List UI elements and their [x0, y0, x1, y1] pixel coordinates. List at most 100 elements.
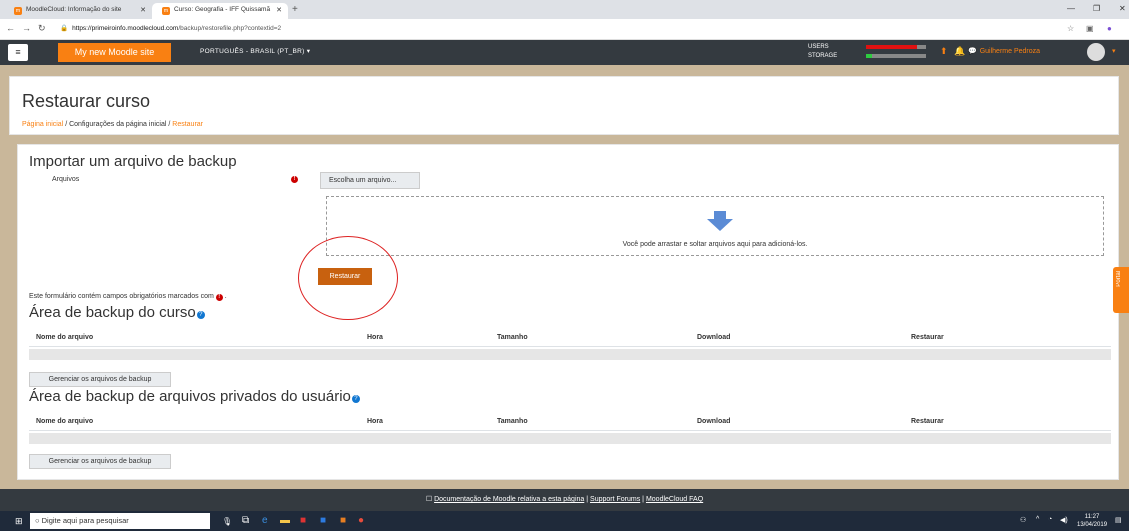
browser-tab-site-info[interactable]: m MoodleCloud: Informação do site ✕ — [4, 3, 152, 19]
files-label: Arquivos — [52, 176, 80, 183]
windows-start-icon[interactable]: ⊞ — [15, 516, 23, 527]
breadcrumb-home[interactable]: Página inicial — [22, 121, 63, 128]
url-field[interactable]: 🔒 https://primeiroinfo.moodlecloud.com/ba… — [60, 23, 281, 35]
page-title: Restaurar curso — [22, 91, 151, 111]
help-icon[interactable]: ? — [351, 395, 360, 403]
username-text: Guilherme Pedroza — [979, 48, 1041, 55]
url-host: https://primeiroinfo.moodlecloud.com — [72, 25, 179, 32]
app-icon[interactable]: ■ — [300, 515, 306, 526]
taskbar-search[interactable]: ○ Digite aqui para pesquisar — [30, 513, 210, 529]
forward-icon[interactable]: → — [22, 23, 31, 33]
moodle-navbar: ≡ My new Moodle site PORTUGUÊS - BRASIL … — [0, 40, 1129, 65]
docs-link[interactable]: Documentação de Moodle relativa a esta p… — [434, 496, 584, 503]
microphone-icon[interactable]: 🎙 — [222, 517, 232, 526]
clock-date: 13/04/2019 — [1077, 522, 1108, 528]
taskbar-search-text: Digite aqui para pesquisar — [41, 516, 129, 525]
avatar[interactable] — [1087, 43, 1105, 61]
private-backup-title-text: Área de backup de arquivos privados do u… — [29, 388, 351, 405]
col-restore: Restaurar — [911, 418, 944, 425]
network-icon[interactable]: ◔ — [1048, 516, 1052, 523]
chevron-down-icon[interactable]: ▾ — [1112, 47, 1116, 55]
choose-file-button[interactable]: Escolha um arquivo... — [320, 172, 420, 189]
language-menu[interactable]: PORTUGUÊS - BRASIL (PT_BR) ▾ — [200, 47, 310, 55]
breadcrumb-config[interactable]: Configurações da página inicial — [69, 121, 166, 128]
file-drop-zone[interactable]: Você pode arrastar e soltar arquivos aqu… — [326, 196, 1104, 256]
manage-private-backups-button[interactable]: Gerenciar os arquivos de backup — [29, 454, 171, 469]
breadcrumb: Página inicial / Configurações da página… — [22, 121, 203, 128]
back-icon[interactable]: ← — [6, 23, 15, 33]
close-tab-icon[interactable]: ✕ — [140, 6, 146, 14]
drop-zone-text: Você pode arrastar e soltar arquivos aqu… — [622, 241, 808, 248]
storage-label: STORAGE — [808, 53, 838, 59]
course-backup-title-text: Área de backup do curso — [29, 304, 196, 321]
table-row — [29, 349, 1111, 360]
quota-indicator: USERS STORAGE — [808, 43, 837, 61]
new-tab-icon[interactable]: + — [292, 4, 298, 15]
required-note: Este formulário contém campos obrigatóri… — [29, 293, 227, 301]
upgrade-icon[interactable]: ⬆ — [940, 46, 948, 57]
users-quota-bar — [866, 45, 926, 49]
office-icon[interactable]: ■ — [340, 515, 346, 526]
bell-icon[interactable]: 🔔 — [954, 46, 965, 57]
chrome-icon[interactable]: ● — [358, 515, 364, 526]
browser-tab-course[interactable]: m Curso: Geografia - IFF Quissamã ✕ — [152, 3, 288, 19]
edge-icon[interactable]: e — [262, 515, 268, 526]
bookmark-star-icon[interactable]: ☆ — [1067, 24, 1074, 33]
moodle-favicon-icon: m — [162, 7, 170, 15]
portal-label: Portal — [1116, 271, 1122, 287]
taskbar-clock[interactable]: 11:27 13/04/2019 — [1077, 513, 1107, 529]
site-brand-link[interactable]: My new Moodle site — [58, 43, 171, 62]
faq-link[interactable]: MoodleCloud FAQ — [646, 496, 703, 503]
close-tab-icon[interactable]: ✕ — [276, 6, 282, 14]
hamburger-icon: ≡ — [15, 47, 21, 57]
table-divider — [29, 430, 1111, 431]
minimize-icon[interactable]: — — [1067, 4, 1075, 13]
arrow-down-icon — [707, 211, 733, 231]
annotation-circle — [298, 236, 398, 320]
breadcrumb-current[interactable]: Restaurar — [172, 121, 203, 128]
reload-icon[interactable]: ↻ — [38, 23, 46, 34]
breadcrumb-separator: / — [168, 121, 171, 128]
help-icon[interactable]: ? — [196, 311, 205, 319]
required-icon: ! — [215, 294, 223, 301]
users-quota-fill — [866, 45, 917, 49]
store-icon[interactable]: ■ — [320, 515, 326, 526]
lock-icon: 🔒 — [60, 25, 69, 32]
extension-icon[interactable]: ▣ — [1086, 24, 1094, 33]
people-icon[interactable]: ⚇ — [1020, 516, 1026, 524]
tray-chevron-up-icon[interactable]: ^ — [1036, 516, 1039, 523]
portal-side-tab[interactable]: Portal — [1113, 267, 1129, 313]
col-time: Hora — [367, 418, 383, 425]
taskbar: ⊞ ○ Digite aqui para pesquisar 🎙 ⧉ e ▬ ■… — [0, 511, 1129, 531]
url-path: /backup/restorefile.php?contextid=2 — [178, 25, 282, 32]
browser-tab-strip: m MoodleCloud: Informação do site ✕ m Curs… — [0, 0, 1129, 19]
required-icon: ! — [291, 176, 298, 183]
address-bar-row: ← → ↻ 🔒 https://primeiroinfo.moodlecloud.… — [0, 19, 1129, 40]
users-label: USERS — [808, 44, 829, 50]
menu-toggle-button[interactable]: ≡ — [8, 44, 28, 61]
col-download: Download — [697, 334, 731, 341]
col-size: Tamanho — [497, 418, 528, 425]
page-footer: ☐ Documentação de Moodle relativa a esta… — [0, 489, 1129, 511]
col-size: Tamanho — [497, 334, 528, 341]
volume-icon[interactable]: ◀) — [1060, 516, 1068, 524]
col-filename: Nome do arquivo — [36, 418, 94, 425]
table-divider — [29, 346, 1111, 347]
manage-course-backups-button[interactable]: Gerenciar os arquivos de backup — [29, 372, 171, 387]
clock-time: 11:27 — [1084, 514, 1100, 520]
footer-separator: | — [642, 496, 644, 503]
profile-icon[interactable]: ● — [1107, 24, 1112, 33]
col-filename: Nome do arquivo — [36, 334, 94, 341]
file-explorer-icon[interactable]: ▬ — [280, 515, 290, 526]
import-section-title: Importar um arquivo de backup — [29, 153, 237, 170]
maximize-icon[interactable]: ❐ — [1093, 4, 1100, 13]
user-menu-name[interactable]: 💬 Guilherme Pedroza — [968, 47, 1040, 55]
task-view-icon[interactable]: ⧉ — [242, 515, 249, 526]
support-forums-link[interactable]: Support Forums — [590, 496, 640, 503]
window-close-icon[interactable]: ✕ — [1119, 4, 1126, 13]
docs-icon: ☐ — [425, 496, 433, 503]
col-restore: Restaurar — [911, 334, 944, 341]
page-header-card: Restaurar curso Página inicial / Configu… — [9, 76, 1119, 135]
required-note-end: . — [224, 293, 227, 300]
notifications-icon[interactable]: ▤ — [1115, 516, 1122, 524]
